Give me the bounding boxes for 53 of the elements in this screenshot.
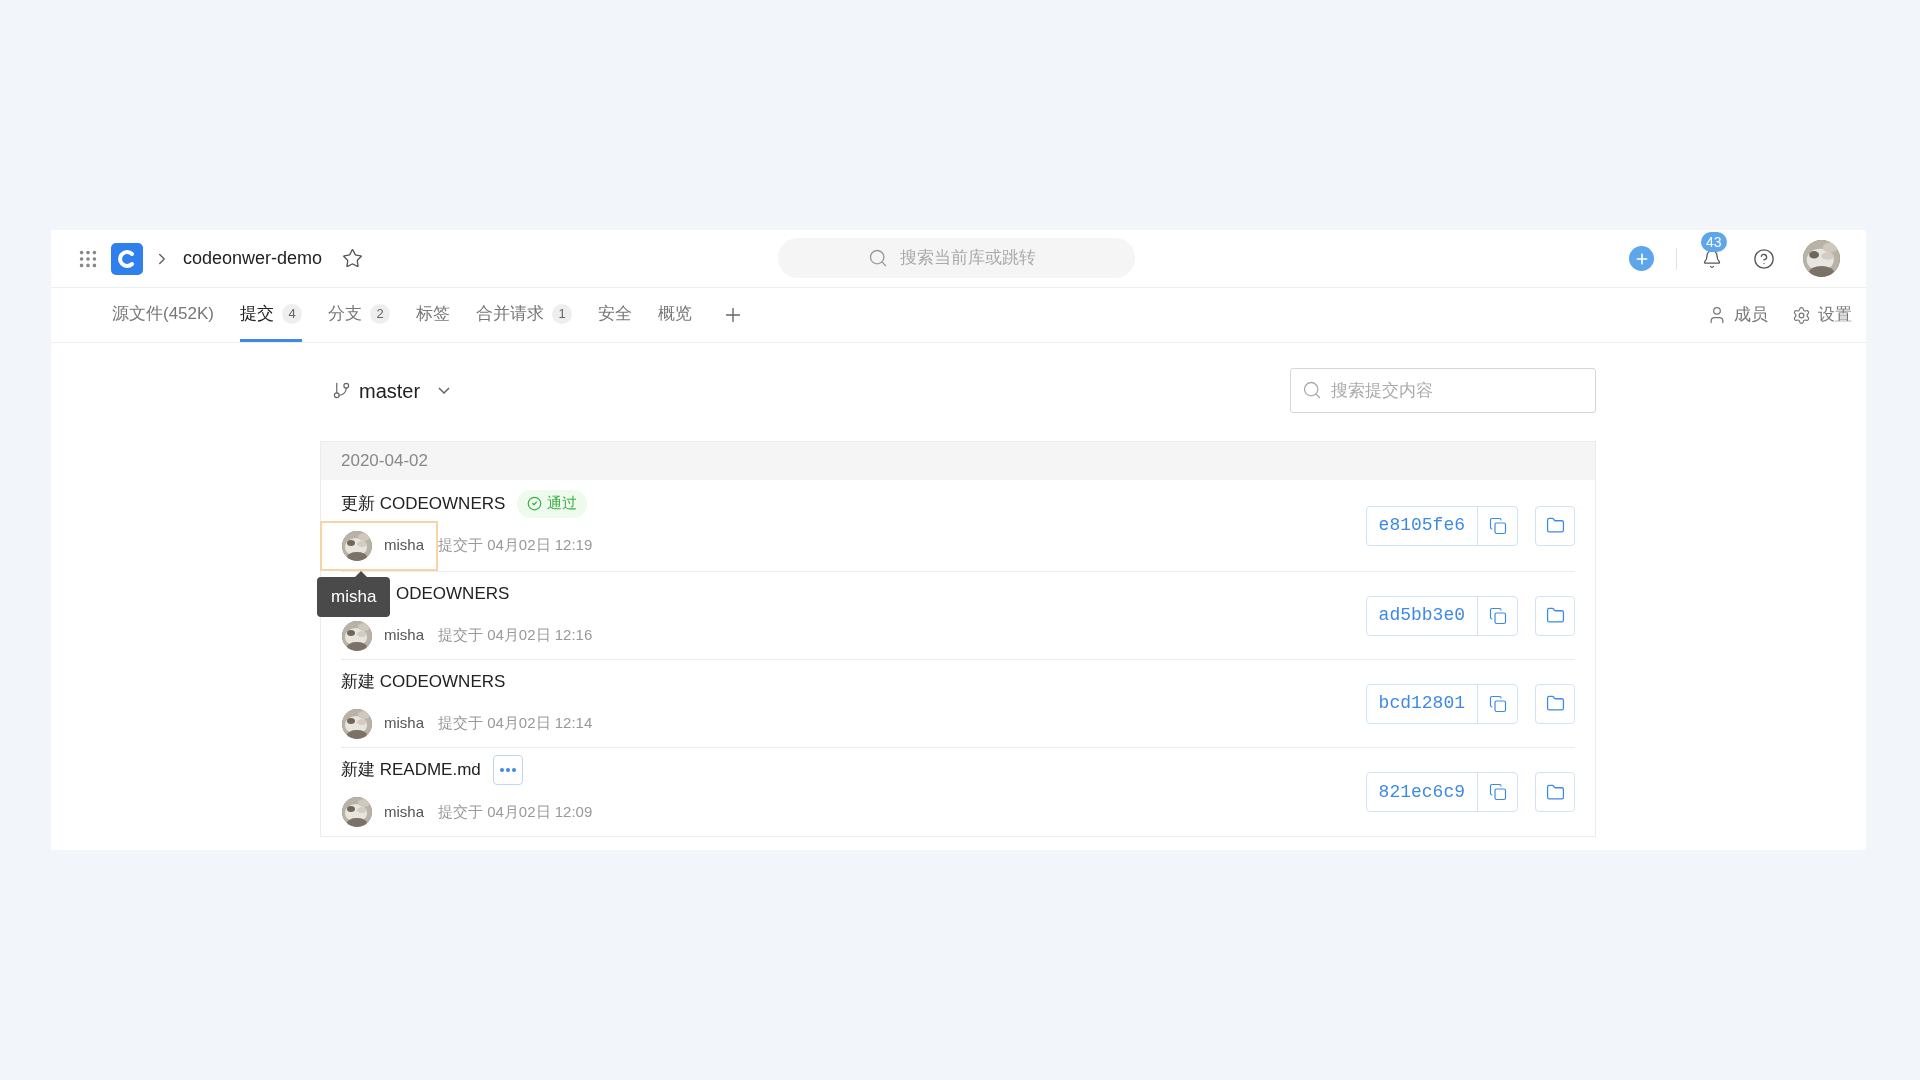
- copy-icon: [1488, 694, 1507, 713]
- notification-count-badge: 43: [1701, 231, 1727, 252]
- author-name[interactable]: misha: [384, 800, 424, 824]
- more-button[interactable]: [492, 755, 523, 785]
- copy-icon: [1488, 783, 1507, 801]
- tooltip-arrow: [355, 570, 367, 577]
- commit-time: 提交于 04月02日 12:16: [438, 625, 593, 646]
- ellipsis-icon: [499, 768, 516, 772]
- commit-search-field[interactable]: 搜索提交内容: [1290, 368, 1596, 413]
- browse-files-button[interactable]: [1535, 595, 1575, 636]
- browse-files-button[interactable]: [1535, 772, 1575, 812]
- browse-files-button[interactable]: [1535, 505, 1575, 546]
- author-name[interactable]: misha: [384, 534, 424, 557]
- chevron-down-icon: [438, 387, 451, 394]
- settings-icon: [1792, 305, 1811, 325]
- folder-icon: [1545, 782, 1565, 802]
- author-name[interactable]: misha: [384, 712, 424, 735]
- folder-icon: [1545, 516, 1565, 535]
- commit-title[interactable]: 新建 README.md: [341, 757, 481, 783]
- commit-time: 提交于 04月02日 12:14: [438, 713, 593, 734]
- help-icon[interactable]: [1753, 247, 1775, 270]
- add-button[interactable]: [1629, 246, 1654, 271]
- search-icon: [1302, 380, 1322, 400]
- folder-icon: [1545, 606, 1565, 625]
- commit-time: 提交于 04月02日 12:09: [438, 801, 593, 822]
- check-circle-icon: [527, 496, 543, 511]
- branch-selector[interactable]: master: [332, 375, 451, 406]
- members-button[interactable]: 成员: [1707, 302, 1768, 328]
- tab[interactable]: 分支 2: [328, 288, 391, 342]
- commit-title[interactable]: 新建 CODEOWNERS: [341, 668, 506, 695]
- date-header: 2020-04-02: [321, 442, 1595, 480]
- tab[interactable]: 标签: [416, 288, 451, 342]
- tab[interactable]: 提交 4: [240, 288, 303, 342]
- browse-files-button[interactable]: [1535, 683, 1575, 724]
- search-icon: [868, 248, 888, 268]
- folder-icon: [1545, 694, 1565, 713]
- commit-title[interactable]: 更新 CODEOWNERS: [341, 490, 506, 517]
- author-name[interactable]: misha: [384, 624, 424, 647]
- settings-button[interactable]: 设置: [1792, 302, 1852, 328]
- logo-icon[interactable]: [111, 242, 143, 275]
- tab[interactable]: 概览: [658, 288, 693, 342]
- project-name[interactable]: codeonwer-demo: [183, 245, 323, 272]
- commit-time: 提交于 04月02日 12:19: [438, 535, 593, 556]
- copy-icon: [1488, 606, 1507, 625]
- branch-icon: [332, 381, 351, 400]
- star-icon[interactable]: [342, 248, 364, 269]
- status-badge: 通过: [517, 489, 588, 518]
- tab[interactable]: 源文件(452K): [112, 288, 215, 342]
- tab[interactable]: 合并请求 1: [476, 288, 573, 342]
- commit-title[interactable]: ODEOWNERS: [396, 580, 510, 607]
- search-field[interactable]: 搜索当前库或跳转: [778, 238, 1135, 278]
- tab[interactable]: 安全: [598, 288, 633, 342]
- copy-icon: [1488, 516, 1507, 535]
